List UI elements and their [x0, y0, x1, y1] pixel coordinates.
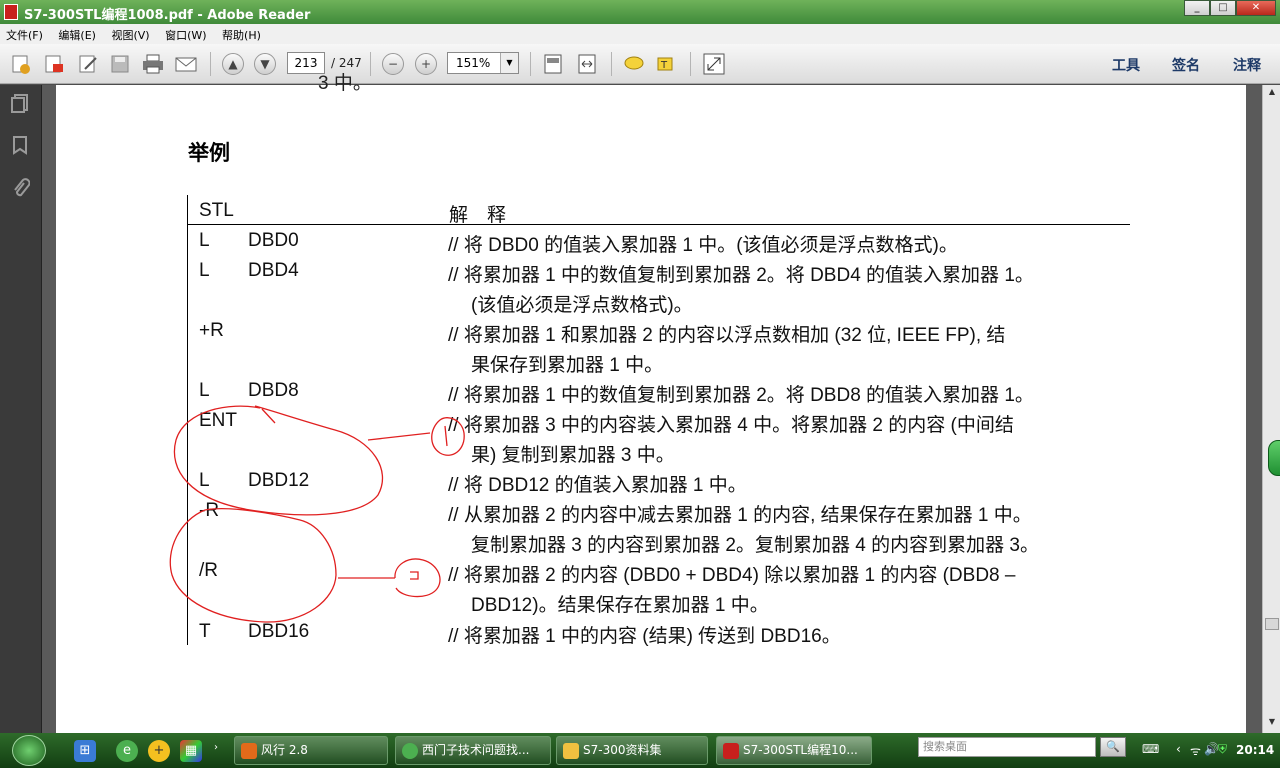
tray-expand-icon[interactable]: ‹	[1176, 742, 1181, 756]
quicklaunch-media-icon[interactable]: ▦	[180, 740, 202, 762]
circle-1-annotation	[431, 417, 465, 456]
quicklaunch-browser-icon[interactable]: e	[116, 740, 138, 762]
task-folder[interactable]: S7-300资料集	[556, 736, 708, 765]
task-fengxing[interactable]: 风行 2.8	[234, 736, 388, 765]
floating-green-tab[interactable]	[1268, 440, 1280, 476]
volume-icon[interactable]: 🔊	[1204, 742, 1219, 756]
scroll-up-icon[interactable]: ▲	[1265, 87, 1279, 101]
ent-loop-annotation	[173, 405, 384, 516]
start-button[interactable]	[12, 735, 46, 766]
scroll-down-icon[interactable]: ▼	[1265, 717, 1279, 731]
annotation-layer	[169, 405, 465, 623]
task-label: S7-300资料集	[583, 743, 662, 757]
keyboard-icon[interactable]: ⌨	[1142, 742, 1159, 756]
clock: 20:14	[1236, 743, 1275, 757]
ent-connector-line	[367, 432, 431, 441]
folder-icon	[563, 743, 579, 759]
fengxing-icon	[241, 743, 257, 759]
network-icon[interactable]: ᯤ	[1190, 742, 1201, 759]
digit-2-annotation	[410, 571, 419, 580]
browser-icon	[402, 743, 418, 759]
scroll-thumb[interactable]	[1265, 618, 1279, 630]
security-icon[interactable]: ⛨	[1218, 742, 1227, 757]
search-icon[interactable]: 🔍	[1100, 737, 1126, 757]
desktop-search-input[interactable]: 搜索桌面	[918, 737, 1096, 757]
task-siemens-browser[interactable]: 西门子技术问题找...	[395, 736, 551, 765]
pdf-icon	[723, 743, 739, 759]
quicklaunch-apps-icon[interactable]: ⊞	[74, 740, 96, 762]
divide-loop-annotation	[169, 507, 337, 623]
task-label: S7-300STL编程10...	[743, 743, 858, 757]
show-more-icon[interactable]: ›	[214, 742, 218, 753]
task-label: 风行 2.8	[261, 743, 308, 757]
digit-1-annotation	[444, 425, 448, 447]
vertical-scrollbar[interactable]: ▲ ▼	[1262, 85, 1280, 733]
quicklaunch-plus-icon[interactable]: +	[148, 740, 170, 762]
task-label: 西门子技术问题找...	[422, 743, 530, 757]
task-adobe-reader[interactable]: S7-300STL编程10...	[716, 736, 872, 765]
